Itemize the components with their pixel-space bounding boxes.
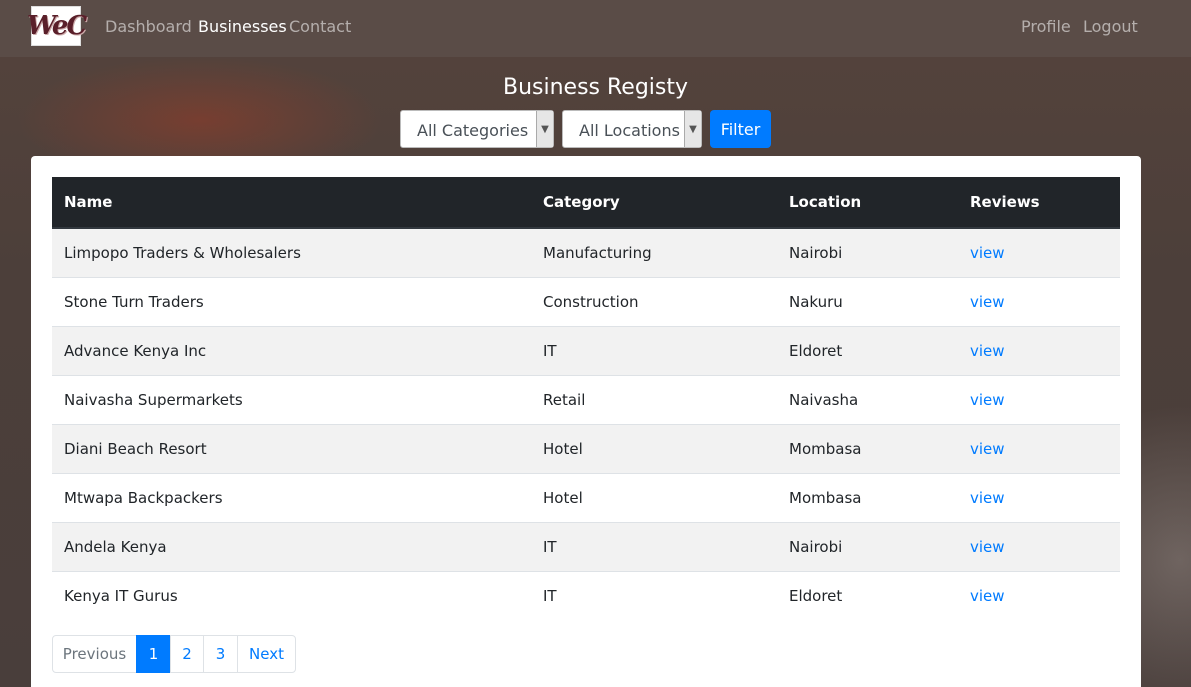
chevron-down-icon: ▼ (536, 111, 553, 147)
table-row: Kenya IT Gurus IT Eldoret view (52, 571, 1120, 620)
cell-name: Advance Kenya Inc (64, 341, 207, 360)
table-row: Diani Beach Resort Hotel Mombasa view (52, 424, 1120, 473)
filter-button[interactable]: Filter (710, 110, 771, 148)
cell-name: Diani Beach Resort (64, 439, 207, 458)
cell-category: Retail (543, 390, 586, 409)
column-header-name: Name (52, 177, 531, 229)
nav-profile[interactable]: Profile (1021, 17, 1071, 36)
cell-location: Nakuru (789, 292, 843, 311)
nav-contact[interactable]: Contact (289, 17, 351, 36)
cell-name: Mtwapa Backpackers (64, 488, 223, 507)
nav-businesses[interactable]: Businesses (198, 17, 287, 36)
cell-name: Naivasha Supermarkets (64, 390, 243, 409)
view-reviews-link[interactable]: view (970, 293, 1005, 311)
view-reviews-link[interactable]: view (970, 587, 1005, 605)
cell-location: Nairobi (789, 537, 843, 556)
pagination: Previous 1 2 3 Next (52, 635, 296, 673)
top-navbar: WeC Dashboard Businesses Contact Profile… (0, 0, 1191, 57)
table-body: Limpopo Traders & Wholesalers Manufactur… (52, 228, 1120, 620)
cell-category: IT (543, 537, 557, 556)
pagination-next[interactable]: Next (237, 635, 296, 673)
category-select[interactable]: All Categories ▼ (400, 110, 554, 148)
table-row: Mtwapa Backpackers Hotel Mombasa view (52, 473, 1120, 522)
cell-name: Stone Turn Traders (64, 292, 204, 311)
table-row: Limpopo Traders & Wholesalers Manufactur… (52, 228, 1120, 277)
table-row: Stone Turn Traders Construction Nakuru v… (52, 277, 1120, 326)
table-row: Advance Kenya Inc IT Eldoret view (52, 326, 1120, 375)
cell-category: IT (543, 586, 557, 605)
view-reviews-link[interactable]: view (970, 489, 1005, 507)
cell-location: Nairobi (789, 243, 843, 262)
cell-category: Hotel (543, 488, 583, 507)
nav-dashboard[interactable]: Dashboard (105, 17, 192, 36)
view-reviews-link[interactable]: view (970, 342, 1005, 360)
nav-logout[interactable]: Logout (1083, 17, 1138, 36)
pagination-page-3[interactable]: 3 (203, 635, 238, 673)
cell-location: Eldoret (789, 586, 843, 605)
page-title: Business Registy (502, 75, 689, 100)
table-header: Name Category Location Reviews (52, 177, 1120, 229)
pagination-page-1[interactable]: 1 (136, 635, 171, 673)
view-reviews-link[interactable]: view (970, 244, 1005, 262)
view-reviews-link[interactable]: view (970, 440, 1005, 458)
cell-category: IT (543, 341, 557, 360)
business-table-card: Name Category Location Reviews Limpopo T… (31, 156, 1141, 687)
chevron-down-icon: ▼ (684, 111, 701, 147)
pagination-page-2[interactable]: 2 (170, 635, 204, 673)
column-header-reviews: Reviews (958, 177, 1120, 229)
table-row: Naivasha Supermarkets Retail Naivasha vi… (52, 375, 1120, 424)
brand-logo[interactable]: WeC (27, 6, 87, 46)
cell-location: Mombasa (789, 439, 862, 458)
business-table: Name Category Location Reviews Limpopo T… (52, 177, 1120, 620)
cell-name: Andela Kenya (64, 537, 167, 556)
cell-category: Manufacturing (543, 243, 652, 262)
cell-category: Construction (543, 292, 639, 311)
category-select-value: All Categories (417, 121, 529, 140)
location-select-value: All Locations (579, 121, 680, 140)
cell-location: Eldoret (789, 341, 843, 360)
pagination-previous[interactable]: Previous (52, 635, 137, 673)
location-select[interactable]: All Locations ▼ (562, 110, 702, 148)
column-header-category: Category (531, 177, 777, 229)
column-header-location: Location (777, 177, 958, 229)
cell-location: Naivasha (789, 390, 859, 409)
cell-name: Kenya IT Gurus (64, 586, 178, 605)
cell-location: Mombasa (789, 488, 862, 507)
cell-name: Limpopo Traders & Wholesalers (64, 243, 301, 262)
cell-category: Hotel (543, 439, 583, 458)
view-reviews-link[interactable]: view (970, 538, 1005, 556)
brand-logo-text: WeC (26, 11, 87, 41)
view-reviews-link[interactable]: view (970, 391, 1005, 409)
table-row: Andela Kenya IT Nairobi view (52, 522, 1120, 571)
